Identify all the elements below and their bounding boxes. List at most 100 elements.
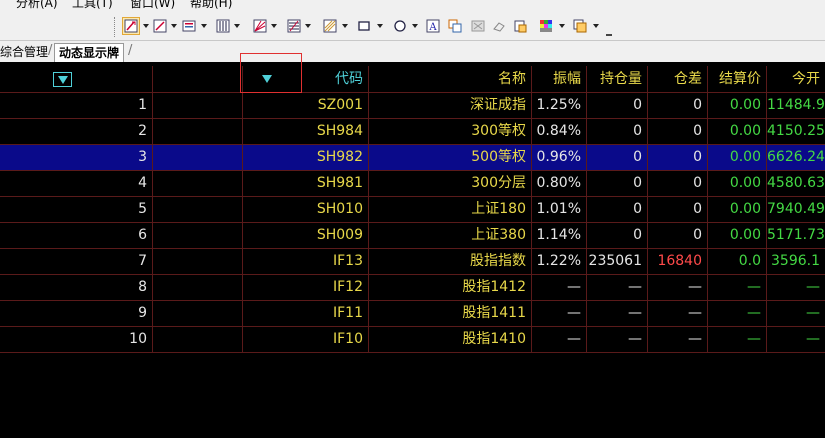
cell-diff: 0 — [648, 119, 708, 144]
cell-idx: 8 — [0, 275, 153, 300]
layers-icon[interactable] — [571, 17, 589, 35]
cell-open: 6626.24 — [767, 149, 825, 165]
menu-analysis[interactable]: 分析(A) — [16, 0, 58, 11]
cell-idx: 2 — [0, 119, 153, 144]
header-flag[interactable]: * — [153, 66, 243, 92]
cell-idx: 4 — [0, 171, 153, 196]
delete-icon[interactable] — [469, 17, 487, 35]
cursor-icon[interactable] — [122, 17, 140, 35]
table-row[interactable]: 7 IF13 股指指数 1.22% 235061 16840 0.0 3596.1 — [0, 249, 825, 275]
toolbar-overflow-icon[interactable] — [606, 28, 612, 36]
cell-open: 3596.1 — [771, 253, 820, 269]
copy-icon[interactable] — [446, 17, 464, 35]
cell-settle: 0.00 — [708, 171, 767, 196]
cell-amp: 0.80% — [532, 171, 587, 196]
toolbar-grip[interactable] — [114, 17, 118, 37]
cell-amp: 1.01% — [532, 197, 587, 222]
table-row[interactable]: 3 SH982 500等权 0.96% 0 0 0.00 6626.24 — [0, 145, 825, 171]
cell-open: 4580.63 — [767, 175, 825, 191]
cell-name: 300等权 — [369, 119, 532, 144]
cell-diff: 0 — [648, 145, 708, 170]
menu-help[interactable]: 帮助(H) — [190, 0, 232, 11]
cell-idx: 10 — [0, 327, 153, 352]
cell-code: SH009 — [243, 223, 369, 248]
cell-flag — [153, 93, 243, 118]
cell-name: 股指1411 — [369, 301, 532, 326]
table-row[interactable]: 8 IF12 股指1412— — — — — — [0, 275, 825, 301]
table-row[interactable]: 9 IF11 股指1411— — — — — — [0, 301, 825, 327]
cell-diff: 16840 — [648, 249, 708, 274]
sort-toggle-button[interactable] — [53, 72, 72, 87]
cell-diff: — — [648, 301, 708, 326]
cell-code: IF13 — [243, 249, 369, 274]
cell-diff: — — [648, 275, 708, 300]
menu-tools[interactable]: 工具(T) — [72, 0, 113, 11]
header-open-interest[interactable]: 持仓量 — [587, 66, 648, 92]
cell-name: 上证180 — [369, 197, 532, 222]
cell-flag — [153, 171, 243, 196]
line-icon[interactable] — [151, 17, 169, 35]
tab-overview[interactable]: 综合管理 — [0, 43, 52, 61]
cell-idx: 1 — [0, 93, 153, 118]
cell-open: — — [806, 305, 820, 321]
cell-flag — [153, 275, 243, 300]
cell-amp: 1.14% — [532, 223, 587, 248]
header-name[interactable]: 名称 — [369, 66, 532, 92]
cell-settle: 0.00 — [708, 197, 767, 222]
cell-flag — [153, 301, 243, 326]
cell-oi: 0 — [587, 171, 648, 196]
header-amplitude[interactable]: 振幅 — [532, 66, 587, 92]
cell-diff: 0 — [648, 93, 708, 118]
header-index[interactable] — [0, 66, 153, 92]
cell-open: 11484.99 — [767, 97, 825, 113]
drawing-toolbar: A — [0, 12, 825, 41]
text-icon[interactable]: A — [424, 17, 442, 35]
table-row[interactable]: 5 SH010 上证180 1.01% 0 0 0.00 7940.49 — [0, 197, 825, 223]
cell-code: IF12 — [243, 275, 369, 300]
color-palette-icon[interactable] — [537, 17, 555, 35]
table-row[interactable]: 4 SH981 300分层 0.80% 0 0 0.00 4580.63 — [0, 171, 825, 197]
menu-bar: 分析(A) 工具(T) 窗口(W) 帮助(H) — [0, 0, 825, 12]
cell-oi: 235061 — [587, 249, 648, 274]
rectangle-icon[interactable] — [355, 17, 373, 35]
cell-name: 股指1412 — [369, 275, 532, 300]
cell-oi: 0 — [587, 119, 648, 144]
cell-oi: 0 — [587, 93, 648, 118]
header-settle[interactable]: 结算价 — [708, 66, 767, 92]
cell-idx: 5 — [0, 197, 153, 222]
cell-open: — — [806, 279, 820, 295]
cycle-icon[interactable] — [321, 17, 339, 35]
cell-amp: 1.22% — [532, 249, 587, 274]
cell-idx: 6 — [0, 223, 153, 248]
cell-settle: — — [708, 301, 767, 326]
paste-icon[interactable] — [511, 17, 529, 35]
cell-settle: 0.00 — [708, 145, 767, 170]
cell-flag — [153, 327, 243, 352]
header-open[interactable]: 今开 — [767, 66, 825, 92]
parallel-lines-icon[interactable] — [214, 17, 232, 35]
cell-diff: — — [648, 327, 708, 352]
header-oi-change[interactable]: 仓差 — [648, 66, 708, 92]
table-row[interactable]: 1SZ001深证成指1.25%000.0011484.99 — [0, 93, 825, 119]
menu-window[interactable]: 窗口(W) — [130, 0, 175, 11]
cell-idx: 9 — [0, 301, 153, 326]
svg-text:A: A — [428, 22, 437, 33]
cell-oi: 0 — [587, 145, 648, 170]
text-box-icon[interactable] — [180, 17, 198, 35]
fibonacci-icon[interactable] — [285, 17, 303, 35]
cell-code: SH982 — [243, 145, 369, 170]
table-row[interactable]: 2 SH984 300等权 0.84% 0 0 0.00 4150.25 — [0, 119, 825, 145]
cell-diff: 0 — [648, 171, 708, 196]
tab-dynamic-board[interactable]: 动态显示牌 — [54, 43, 125, 62]
fan-icon[interactable] — [251, 17, 269, 35]
eraser-icon[interactable] — [490, 17, 508, 35]
table-row[interactable]: 6 SH009 上证380 1.14% 0 0 0.00 5171.73 — [0, 223, 825, 249]
grid-header: * 代码 名称 振幅 持仓量 仓差 结算价 今开 — [0, 66, 825, 93]
ellipse-icon[interactable] — [391, 17, 409, 35]
cell-amp: — — [532, 275, 587, 300]
table-row[interactable]: 10 IF10 股指1410— — — — — — [0, 327, 825, 353]
cell-oi: — — [587, 301, 648, 326]
highlight-box — [240, 53, 302, 93]
cell-amp: — — [532, 301, 587, 326]
cell-open: — — [806, 331, 820, 347]
